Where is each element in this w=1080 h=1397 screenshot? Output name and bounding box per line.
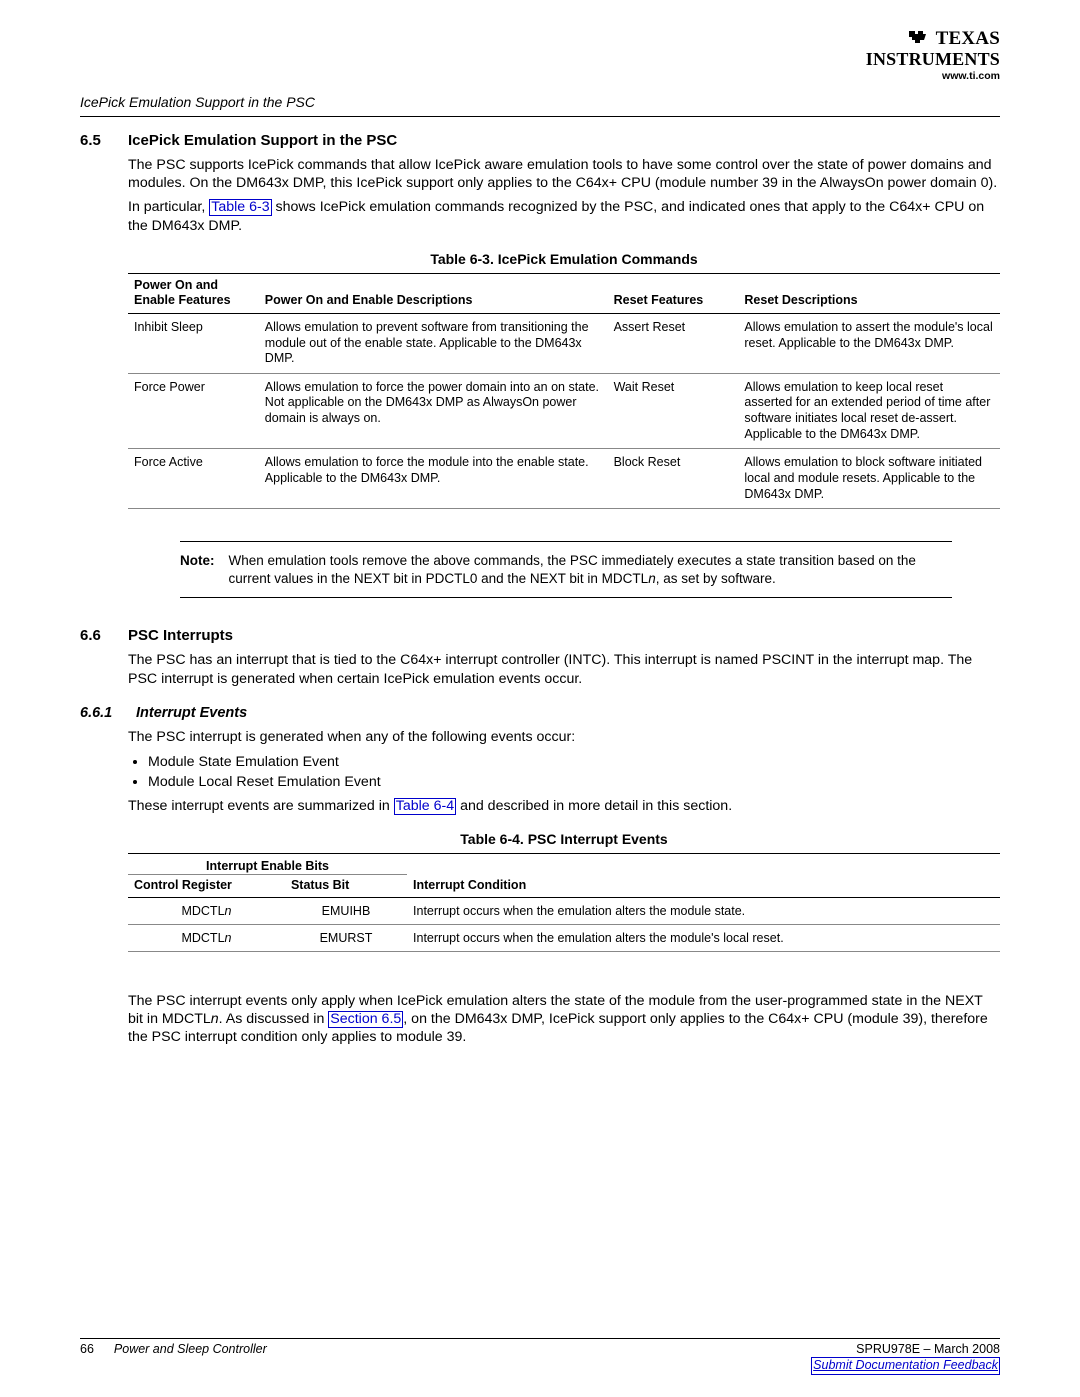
brand-line2: INSTRUMENTS: [866, 50, 1000, 69]
table-row: MDCTLn EMUIHB Interrupt occurs when the …: [128, 897, 1000, 924]
bullet-list: Module State Emulation Event Module Loca…: [128, 753, 1000, 791]
list-item: Module State Emulation Event: [148, 753, 1000, 771]
para-661-post: These interrupt events are summarized in…: [128, 797, 1000, 815]
header-rule: [80, 116, 1000, 117]
link-table-6-4[interactable]: Table 6-4: [394, 798, 456, 815]
section-6-6-heading: 6.6 PSC Interrupts: [80, 626, 1000, 645]
doc-id: SPRU978E – March 2008: [811, 1342, 1000, 1358]
link-table-6-3[interactable]: Table 6-3: [209, 199, 271, 216]
text-fragment: These interrupt events are summarized in: [128, 798, 394, 814]
subsection-number: 6.6.1: [80, 704, 118, 723]
italic-n: n: [211, 1011, 219, 1027]
text: Enable Features: [134, 293, 231, 307]
col-header: Reset Features: [608, 273, 739, 313]
list-item: Module Local Reset Emulation Event: [148, 773, 1000, 791]
section-6-6-1-heading: 6.6.1 Interrupt Events: [80, 704, 1000, 723]
para-6-6: The PSC has an interrupt that is tied to…: [128, 651, 1000, 687]
submit-feedback-link[interactable]: Submit Documentation Feedback: [811, 1357, 1000, 1375]
text-fragment: When emulation tools remove the above co…: [229, 553, 916, 586]
table-6-3: Power On and Enable Features Power On an…: [128, 273, 1000, 510]
header-bar: TEXAS INSTRUMENTS www.ti.com: [80, 28, 1000, 92]
para-6-5-1: The PSC supports IcePick commands that a…: [128, 156, 1000, 192]
col-header: Interrupt Condition: [407, 874, 1000, 897]
note-label: Note:: [180, 552, 215, 587]
para-6-5-2: In particular, Table 6-3 shows IcePick e…: [128, 198, 1000, 234]
col-header-blank: [407, 853, 1000, 874]
cell: Assert Reset: [608, 313, 739, 373]
cell: Allows emulation to prevent software fro…: [259, 313, 608, 373]
text: MDCTL: [181, 904, 224, 918]
cell: Block Reset: [608, 449, 739, 509]
cell: MDCTLn: [128, 897, 285, 924]
section-number: 6.6: [80, 626, 110, 645]
table-6-4: Interrupt Enable Bits Control Register S…: [128, 853, 1000, 952]
section-title: PSC Interrupts: [128, 626, 233, 645]
cell: Interrupt occurs when the emulation alte…: [407, 924, 1000, 951]
cell: Allows emulation to assert the module's …: [738, 313, 1000, 373]
brand-url: www.ti.com: [866, 71, 1000, 82]
ti-chip-icon: [908, 28, 930, 50]
cell: Allows emulation to keep local reset ass…: [738, 373, 1000, 449]
cell: Allows emulation to block software initi…: [738, 449, 1000, 509]
subsection-title: Interrupt Events: [136, 704, 247, 723]
page-number: 66: [80, 1342, 94, 1375]
ti-logo: TEXAS INSTRUMENTS www.ti.com: [866, 28, 1000, 82]
table-row: MDCTLn EMURST Interrupt occurs when the …: [128, 924, 1000, 951]
italic-n: n: [225, 931, 232, 945]
cell: MDCTLn: [128, 924, 285, 951]
cell: Force Power: [128, 373, 259, 449]
table-row: Force Active Allows emulation to force t…: [128, 449, 1000, 509]
page-footer: 66 Power and Sleep Controller SPRU978E –…: [80, 1338, 1000, 1375]
col-header: Control Register: [128, 874, 285, 897]
note-box: Note: When emulation tools remove the ab…: [180, 541, 952, 598]
cell: Allows emulation to force the power doma…: [259, 373, 608, 449]
col-header-span: Interrupt Enable Bits: [128, 853, 407, 874]
col-header: Reset Descriptions: [738, 273, 1000, 313]
text: Power On and: [134, 278, 218, 292]
table-row: Inhibit Sleep Allows emulation to preven…: [128, 313, 1000, 373]
cell: Wait Reset: [608, 373, 739, 449]
section-6-5-heading: 6.5 IcePick Emulation Support in the PSC: [80, 131, 1000, 150]
section-number: 6.5: [80, 131, 110, 150]
table-6-4-caption: Table 6-4. PSC Interrupt Events: [128, 831, 1000, 849]
col-header: Status Bit: [285, 874, 407, 897]
cell: Allows emulation to force the module int…: [259, 449, 608, 509]
text-fragment: and described in more detail in this sec…: [456, 798, 732, 814]
text-fragment: In particular,: [128, 199, 209, 215]
italic-n: n: [648, 571, 656, 586]
col-header: Power On and Enable Features: [128, 273, 259, 313]
para-661-intro: The PSC interrupt is generated when any …: [128, 728, 1000, 746]
running-header: IcePick Emulation Support in the PSC: [80, 92, 1000, 114]
brand-line1: TEXAS: [936, 28, 1000, 49]
cell: EMUIHB: [285, 897, 407, 924]
section-title: IcePick Emulation Support in the PSC: [128, 131, 397, 150]
text-fragment: , as set by software.: [656, 571, 776, 586]
table-row: Force Power Allows emulation to force th…: [128, 373, 1000, 449]
note-text: When emulation tools remove the above co…: [229, 552, 953, 587]
cell: Interrupt occurs when the emulation alte…: [407, 897, 1000, 924]
cell: Inhibit Sleep: [128, 313, 259, 373]
text-fragment: . As discussed in: [219, 1011, 329, 1027]
link-section-6-5[interactable]: Section 6.5: [328, 1011, 403, 1028]
text: MDCTL: [181, 931, 224, 945]
chapter-name: Power and Sleep Controller: [114, 1342, 267, 1375]
col-header: Power On and Enable Descriptions: [259, 273, 608, 313]
cell: EMURST: [285, 924, 407, 951]
italic-n: n: [225, 904, 232, 918]
para-661-last: The PSC interrupt events only apply when…: [128, 992, 1000, 1047]
table-6-3-caption: Table 6-3. IcePick Emulation Commands: [128, 251, 1000, 269]
cell: Force Active: [128, 449, 259, 509]
